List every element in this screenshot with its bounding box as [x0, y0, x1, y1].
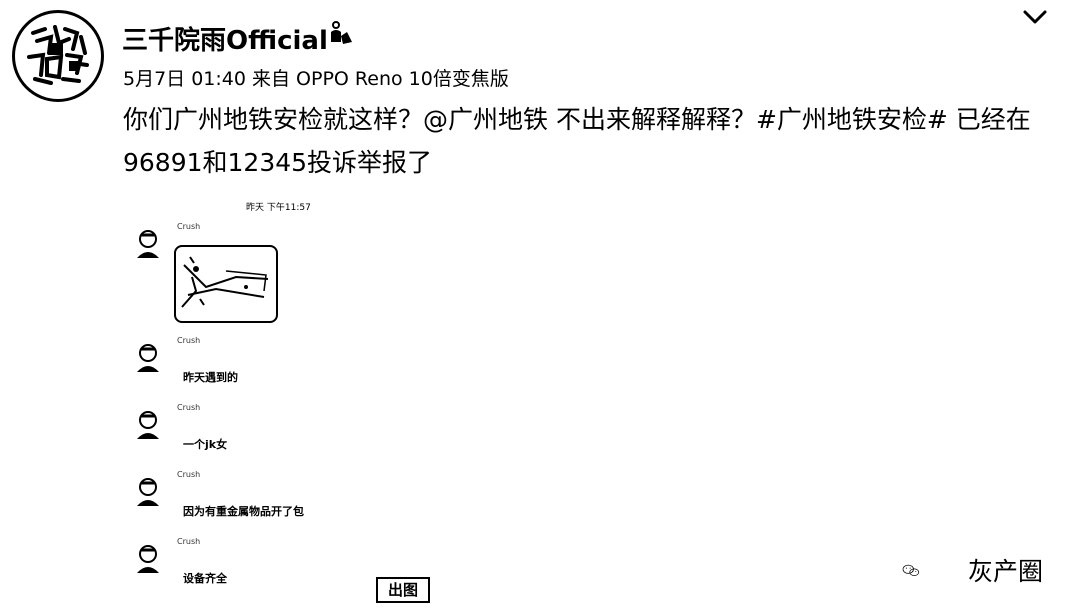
post-text: 你们广州地铁安检就这样？@广州地铁 不出来解释解释？#广州地铁安检# 已经在96…: [123, 105, 1031, 177]
chat-message: 昨天遇到的: [183, 371, 238, 384]
watermark-text: 灰产圈: [968, 557, 1044, 586]
verified-user-icon: [331, 21, 352, 44]
chat-message: 一个jk女: [183, 438, 228, 451]
chat-avatar-icon: [137, 230, 159, 258]
author-name[interactable]: 三千院雨Official: [122, 20, 328, 57]
chat-sender: Crush: [177, 470, 201, 479]
chat-sender: Crush: [177, 537, 201, 546]
chat-date: 昨天 下午11:57: [246, 203, 311, 213]
chat-sender: Crush: [177, 336, 201, 345]
chat-avatar-icon: [137, 545, 159, 573]
post-meta: 5月7日 01:40 来自 OPPO Reno 10倍变焦版: [123, 68, 509, 90]
chat-message: 因为有重金属物品开了包: [183, 505, 304, 518]
wechat-icon: [902, 564, 920, 576]
chat-image[interactable]: [174, 245, 278, 323]
chat-avatar-icon: [137, 478, 159, 506]
author-avatar[interactable]: [12, 10, 104, 102]
chat-avatar-icon: [137, 344, 159, 372]
chevron-down-icon[interactable]: [1020, 6, 1050, 28]
chat-avatar-icon: [137, 411, 159, 439]
chat-sender: Crush: [177, 222, 201, 231]
stamp-label: 出图: [376, 577, 430, 603]
chat-sender: Crush: [177, 403, 201, 412]
chat-message: 设备齐全: [183, 572, 227, 585]
